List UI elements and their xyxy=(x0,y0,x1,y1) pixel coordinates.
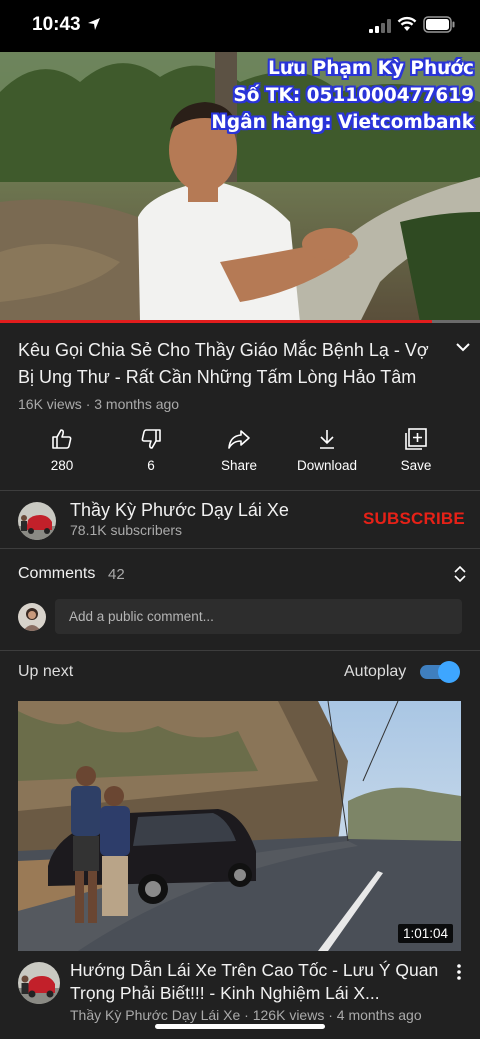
channel-name[interactable]: Thầy Kỳ Phước Dạy Lái Xe xyxy=(70,500,289,521)
up-next-title[interactable]: Hướng Dẫn Lái Xe Trên Cao Tốc - Lưu Ý Qu… xyxy=(70,959,440,1005)
divider xyxy=(0,548,480,549)
action-bar: 280 6 Share Download Save xyxy=(0,425,480,485)
thumbs-up-icon xyxy=(52,429,72,449)
overlay-line: Lưu Phạm Kỳ Phước xyxy=(268,58,474,79)
progress-bar[interactable] xyxy=(0,320,480,323)
user-avatar xyxy=(18,603,46,631)
subscribe-button[interactable]: SUBSCRIBE xyxy=(363,509,465,529)
autoplay-label: Autoplay xyxy=(344,663,407,680)
up-next-meta: Thầy Kỳ Phước Dạy Lái Xe · 126K views · … xyxy=(70,1007,422,1023)
more-vert-icon[interactable] xyxy=(455,963,463,981)
like-count: 280 xyxy=(50,458,74,473)
status-time: 10:43 xyxy=(32,14,81,35)
video-duration: 1:01:04 xyxy=(397,924,453,943)
download-button[interactable]: Download xyxy=(282,425,372,485)
download-icon xyxy=(320,430,334,449)
sort-icon[interactable] xyxy=(453,565,467,583)
up-next-thumbnail[interactable]: 1:01:04 xyxy=(18,701,461,951)
like-button[interactable]: 280 xyxy=(17,425,107,485)
up-next-avatar-image xyxy=(18,962,60,1004)
overlay-line: Số TK: 0511000477619 xyxy=(233,85,474,106)
comments-label: Comments xyxy=(18,565,96,582)
toggle-knob xyxy=(438,661,460,683)
overlay-line: Ngân hàng: Vietcombank xyxy=(211,112,474,133)
status-bar: 10:43 xyxy=(0,0,480,52)
video-overlay-text: Lưu Phạm Kỳ Phước Số TK: 0511000477619 N… xyxy=(211,55,474,136)
chevron-down-icon[interactable] xyxy=(454,340,472,354)
comment-input[interactable]: Add a public comment... xyxy=(55,599,462,634)
user-avatar-image xyxy=(18,603,46,631)
location-arrow-icon xyxy=(88,18,100,30)
channel-avatar[interactable] xyxy=(18,502,56,540)
dislike-count: 6 xyxy=(147,458,155,473)
progress-fill xyxy=(0,320,432,323)
battery-icon xyxy=(423,16,455,33)
divider xyxy=(0,490,480,491)
divider xyxy=(0,650,480,651)
share-button[interactable]: Share xyxy=(194,425,284,485)
video-meta: 16K views · 3 months ago xyxy=(18,396,180,412)
comment-placeholder: Add a public comment... xyxy=(69,609,214,624)
home-indicator[interactable] xyxy=(155,1024,325,1029)
share-icon xyxy=(228,430,250,449)
video-player[interactable]: Lưu Phạm Kỳ Phước Số TK: 0511000477619 N… xyxy=(0,52,480,322)
signal-icon xyxy=(369,19,391,33)
up-next-label: Up next xyxy=(18,663,74,680)
video-title[interactable]: Kêu Gọi Chia Sẻ Cho Thầy Giáo Mắc Bệnh L… xyxy=(18,337,430,391)
download-label: Download xyxy=(296,458,358,473)
autoplay-toggle[interactable] xyxy=(420,660,462,684)
dislike-button[interactable]: 6 xyxy=(106,425,196,485)
channel-avatar-image xyxy=(18,502,56,540)
thumbs-down-icon xyxy=(141,429,161,449)
save-icon xyxy=(405,428,427,450)
channel-subscribers: 78.1K subscribers xyxy=(70,522,183,538)
thumbnail-image xyxy=(18,701,461,951)
wifi-icon xyxy=(397,16,417,31)
up-next-channel-avatar[interactable] xyxy=(18,962,60,1004)
save-label: Save xyxy=(400,458,432,473)
save-button[interactable]: Save xyxy=(371,425,461,485)
comments-count: 42 xyxy=(108,566,125,583)
share-label: Share xyxy=(220,458,258,473)
